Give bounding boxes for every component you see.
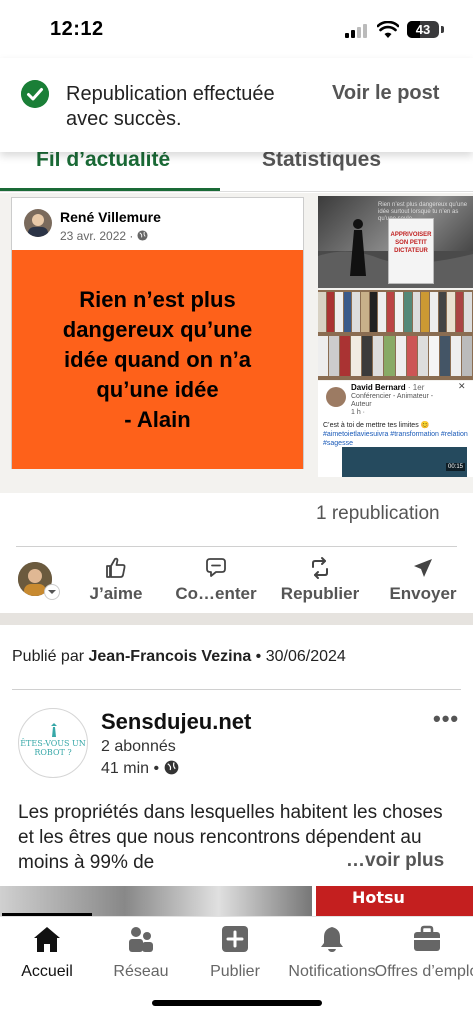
preview-body-text: C’est à toi de mettre tes limites 😊: [323, 422, 430, 429]
nav-network[interactable]: Réseau: [106, 925, 176, 981]
repost-button[interactable]: Republier: [270, 556, 370, 604]
active-tab-indicator: [0, 188, 220, 191]
check-circle-icon: [21, 80, 49, 108]
preview-avatar: [326, 387, 346, 407]
nav-jobs-label: Offres d’emplo: [374, 963, 473, 980]
nav-home-label: Accueil: [21, 963, 73, 980]
send-icon: [414, 559, 432, 577]
battery-icon: 43: [407, 21, 439, 38]
thumbnail-post-preview[interactable]: David Bernard · 1er Conférencier - Anima…: [318, 381, 473, 477]
published-by-line: Publié par Jean-Francois Vezina • 30/06/…: [12, 648, 346, 666]
preview-role: Conférencier - Animateur - Auteur 1 h ·: [351, 393, 441, 417]
preview-body: C’est à toi de mettre tes limites 😊 #aime…: [323, 421, 471, 448]
preview-author: David Bernard · 1er: [351, 383, 424, 392]
preview-video: 00:15: [342, 447, 467, 477]
battery-level: 43: [415, 22, 431, 37]
globe-icon: [164, 760, 178, 775]
network-icon: [129, 927, 153, 952]
nav-network-label: Réseau: [113, 963, 169, 980]
avatar-dropdown[interactable]: [44, 584, 60, 600]
view-post-link[interactable]: Voir le post: [332, 82, 439, 105]
bookshelf-row-bottom: [318, 336, 473, 376]
home-indicator: [152, 1000, 322, 1006]
send-label: Envoyer: [389, 584, 457, 603]
like-label: J’aime: [89, 584, 143, 603]
nav-notifications-label: Notifications: [288, 963, 376, 980]
video-duration: 00:15: [445, 463, 465, 471]
wifi-icon: [377, 21, 399, 38]
post-time: 41 min •: [101, 760, 179, 778]
post-date: 23 avr. 2022 ·: [60, 229, 148, 243]
post-action-bar: J’aime Co…enter Republier Envoyer: [0, 550, 473, 612]
bookshelf-row-top: [318, 292, 473, 332]
close-icon: ✕: [458, 381, 466, 391]
chevron-down-icon: [48, 590, 56, 594]
toast-message: Republication effectuée avec succès.: [66, 83, 275, 130]
nav-post[interactable]: Publier: [200, 925, 270, 981]
post-images[interactable]: Hotsu: [0, 886, 473, 916]
nav-jobs[interactable]: Offres d’emplo: [374, 925, 473, 981]
post-image-right-text: Hotsu: [352, 888, 405, 907]
battery-cap: [441, 26, 444, 33]
post-image-right: Hotsu: [316, 886, 473, 916]
preview-role-text: Conférencier - Animateur - Auteur: [351, 393, 434, 408]
bottom-navigation: Accueil Réseau Publier Notifications Off…: [0, 916, 473, 1023]
repost-label: Republier: [280, 584, 360, 603]
nav-post-label: Publier: [210, 963, 260, 980]
status-time: 12:12: [50, 18, 104, 40]
comment-icon: [206, 558, 226, 577]
published-author[interactable]: Jean-Francois Vezina: [89, 648, 252, 665]
briefcase-icon: [413, 925, 440, 951]
preview-time: 1 h ·: [351, 409, 366, 416]
quote-card[interactable]: René Villemure 23 avr. 2022 · Rien n’est…: [11, 197, 304, 469]
nav-home[interactable]: Accueil: [12, 925, 82, 981]
author-avatar: [24, 209, 52, 237]
post-image-left: [0, 886, 312, 916]
preview-author-name: David Bernard: [351, 383, 406, 392]
preview-degree: · 1er: [407, 383, 425, 392]
section-divider: [0, 613, 473, 625]
add-post-icon: [222, 926, 248, 952]
republication-count[interactable]: 1 republication: [316, 503, 440, 525]
org-logo[interactable]: ÊTES-VOUS UN ROBOT ?: [18, 708, 88, 778]
comment-button[interactable]: Co…enter: [166, 556, 266, 604]
lighthouse-icon: [51, 723, 57, 737]
book-cover: APPRIVOISER SON PETIT DICTATEUR: [388, 218, 434, 284]
status-bar: 12:12 43: [0, 0, 473, 58]
success-toast: Republication effectuée avec succès. Voi…: [0, 58, 473, 152]
org-followers: 2 abonnés: [101, 738, 176, 755]
home-icon: [34, 927, 60, 952]
book-title: APPRIVOISER SON PETIT DICTATEUR: [390, 232, 432, 254]
repost-icon: [312, 557, 328, 579]
send-button[interactable]: Envoyer: [373, 556, 473, 604]
thumbnail-bookshelf-image[interactable]: [318, 290, 473, 380]
post-date-text: 23 avr. 2022 ·: [60, 229, 137, 243]
quote-text: Rien n’est plus dangereux qu’une idée qu…: [62, 286, 253, 432]
divider: [16, 546, 457, 547]
published-date: • 30/06/2024: [251, 648, 346, 665]
published-prefix: Publié par: [12, 648, 89, 665]
quote-image: Rien n’est plus dangereux qu’une idée qu…: [12, 250, 303, 469]
bell-icon: [321, 927, 343, 952]
comment-label: Co…enter: [175, 584, 257, 603]
preview-hashtags: #aimetoietlaviesuivra #transformation #r…: [323, 431, 468, 447]
signal-icon: [345, 24, 369, 38]
org-name[interactable]: Sensdujeu.net: [101, 709, 251, 735]
author-name: René Villemure: [60, 209, 161, 225]
see-more-link[interactable]: …voir plus: [342, 850, 445, 872]
like-button[interactable]: J’aime: [66, 556, 166, 604]
globe-icon: [137, 230, 148, 241]
like-icon: [106, 557, 126, 578]
post-time-text: 41 min •: [101, 760, 164, 777]
more-options-icon[interactable]: •••: [433, 706, 459, 732]
nav-notifications[interactable]: Notifications: [287, 925, 377, 981]
thumbnail-desert-image[interactable]: Rien n’est plus dangereux qu’une idée su…: [318, 196, 473, 288]
divider: [12, 689, 461, 690]
